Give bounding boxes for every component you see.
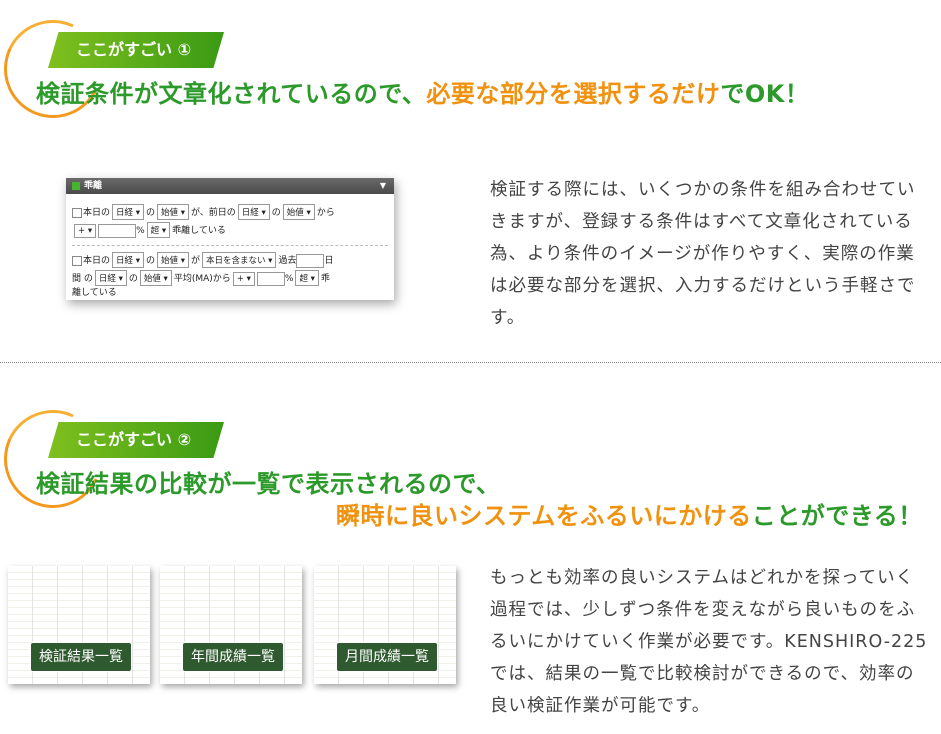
- form-text: 平均(MA)から: [173, 274, 231, 284]
- result-list-thumbnail: 検証結果一覧: [8, 566, 150, 684]
- select: 超 ▾: [295, 270, 319, 286]
- thumbnail-label: 月間成績一覧: [336, 642, 438, 672]
- select: 始値 ▾: [282, 204, 315, 220]
- form-text: %: [284, 274, 294, 284]
- select: 日経 ▾: [237, 204, 270, 220]
- form-text: の: [271, 208, 281, 218]
- select: 始値 ▾: [157, 204, 189, 220]
- form-text: 日: [324, 256, 334, 266]
- form-text: 離している: [72, 288, 117, 298]
- green-square-icon: [72, 182, 80, 190]
- divider: [72, 245, 388, 246]
- input: [98, 223, 137, 238]
- select: + ▾: [232, 272, 255, 286]
- form-text: が、前日の: [190, 208, 236, 218]
- feature-headline: 検証条件が文章化されているので、必要な部分を選択するだけでOK！: [36, 74, 809, 109]
- form-text: %: [136, 226, 145, 236]
- form-row: 間 の日経 ▾ の始値 ▾ 平均(MA)から + ▾% 超 ▾ 乖: [72, 270, 330, 286]
- decorative-arc: [0, 396, 116, 522]
- feature-description: もっとも効率の良いシステムはどれかを探っていく過程では、少しずつ条件を変えながら…: [490, 568, 928, 716]
- section-divider: [0, 362, 941, 363]
- headline-part: 検証条件が文章化されているので、: [36, 80, 427, 108]
- thumbnail-label: 年間成績一覧: [182, 642, 284, 672]
- checkbox: [72, 207, 82, 218]
- select: + ▾: [74, 224, 97, 238]
- form-row: 離している: [72, 285, 117, 298]
- form-text: 乖離している: [172, 226, 226, 236]
- select: 本日を含まない ▾: [201, 252, 277, 268]
- input: [256, 271, 285, 286]
- feature-headline-line2: 瞬時に良いシステムをふるいにかけることができる！: [336, 496, 923, 531]
- headline-highlight: 瞬時に良いシステムをふるいにかける: [336, 502, 752, 530]
- form-text: 乖: [320, 274, 330, 284]
- feature-section-1: ここがすごい ① 検証条件が文章化されているので、必要な部分を選択するだけでOK…: [0, 0, 941, 362]
- checkbox: [72, 255, 82, 266]
- form-row: + ▾% 超 ▾ 乖離している: [72, 222, 226, 238]
- form-text: 本日の: [83, 208, 111, 218]
- decorative-arc: [0, 6, 116, 132]
- form-row: 本日の 日経 ▾ の始値 ▾ が本日を含まない ▾ 過去 日: [72, 252, 334, 268]
- select: 日経 ▾: [112, 252, 144, 268]
- feature-description: 検証する際には、いくつかの条件を組み合わせていきますが、登録する条件はすべて文章…: [490, 180, 916, 328]
- select: 超 ▾: [146, 222, 171, 238]
- form-text: 過去: [278, 256, 297, 266]
- select: 始値 ▾: [157, 252, 189, 268]
- select: 始値 ▾: [139, 270, 172, 286]
- form-text: の: [128, 274, 138, 284]
- headline-highlight: 必要な部分を選択するだけ: [426, 80, 721, 108]
- headline-part: ことができる！: [751, 502, 923, 530]
- monthly-results-thumbnail: 月間成績一覧: [314, 566, 456, 684]
- condition-form-screenshot: 乖離 ▼ 本日の 日経 ▾ の始値 ▾ が、前日の 日経 ▾ の始値 ▾ から + ▾% 超 …: [66, 178, 394, 300]
- form-text: が: [190, 256, 200, 266]
- form-text: の: [145, 208, 155, 218]
- headline-part: でOK！: [720, 80, 810, 108]
- form-row: 本日の 日経 ▾ の始値 ▾ が、前日の 日経 ▾ の始値 ▾ から: [72, 204, 335, 220]
- feature-ribbon: ここがすごい ①: [48, 32, 224, 68]
- select: 日経 ▾: [112, 204, 144, 220]
- select: 日経 ▾: [94, 270, 127, 286]
- panel-title: 乖離: [84, 181, 103, 191]
- panel-header: 乖離 ▼: [66, 178, 394, 194]
- thumbnail-label: 検証結果一覧: [30, 642, 132, 672]
- collapse-arrow-icon: ▼: [379, 181, 386, 190]
- form-text: の: [145, 256, 155, 266]
- form-text: 間 の: [72, 274, 93, 284]
- feature-headline-line1: 検証結果の比較が一覧で表示されるので、: [36, 470, 501, 498]
- feature-ribbon: ここがすごい ②: [48, 422, 224, 458]
- form-text: から: [316, 208, 335, 218]
- form-text: 本日の: [83, 256, 111, 266]
- yearly-results-thumbnail: 年間成績一覧: [160, 566, 302, 684]
- input: [296, 253, 325, 268]
